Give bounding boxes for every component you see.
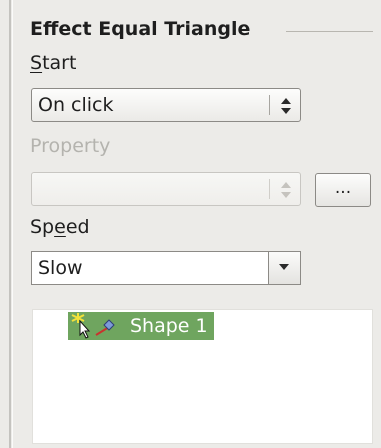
list-item[interactable]: Shape 1	[68, 312, 214, 340]
up-down-arrows-icon	[281, 182, 291, 198]
start-label: Start	[30, 50, 76, 76]
speed-label-end: ed	[65, 216, 90, 238]
mouse-pointer-icon	[79, 319, 91, 339]
property-options-button[interactable]: ...	[315, 173, 371, 207]
effect-sparkle-icon	[71, 313, 85, 323]
property-label: Property	[30, 135, 111, 157]
start-select-separator	[269, 95, 270, 115]
speed-label-start: Sp	[30, 216, 55, 238]
speed-label: Speed	[30, 214, 90, 240]
speed-dropdown-button[interactable]	[268, 252, 300, 284]
title-divider	[286, 31, 373, 32]
chevron-down-icon	[279, 264, 289, 270]
property-select-separator	[269, 179, 270, 199]
start-label-mnemonic: S	[30, 52, 43, 74]
start-select[interactable]: On click	[31, 88, 301, 122]
list-item-label: Shape 1	[130, 315, 208, 337]
list-item-icons	[71, 313, 115, 339]
effect-title: Effect Equal Triangle	[30, 18, 251, 40]
speed-select[interactable]: Slow	[31, 251, 301, 285]
up-down-arrows-icon	[281, 98, 291, 114]
speed-select-value: Slow	[38, 257, 83, 279]
speed-label-mnemonic: e	[54, 216, 66, 238]
start-select-value: On click	[38, 94, 114, 116]
panel-left-highlight	[12, 0, 13, 448]
animation-list[interactable]: Shape 1	[32, 309, 373, 444]
panel-left-border	[9, 0, 11, 448]
shape-diamond-icon	[95, 319, 115, 336]
property-select	[31, 172, 301, 206]
start-label-rest: tart	[42, 52, 77, 74]
